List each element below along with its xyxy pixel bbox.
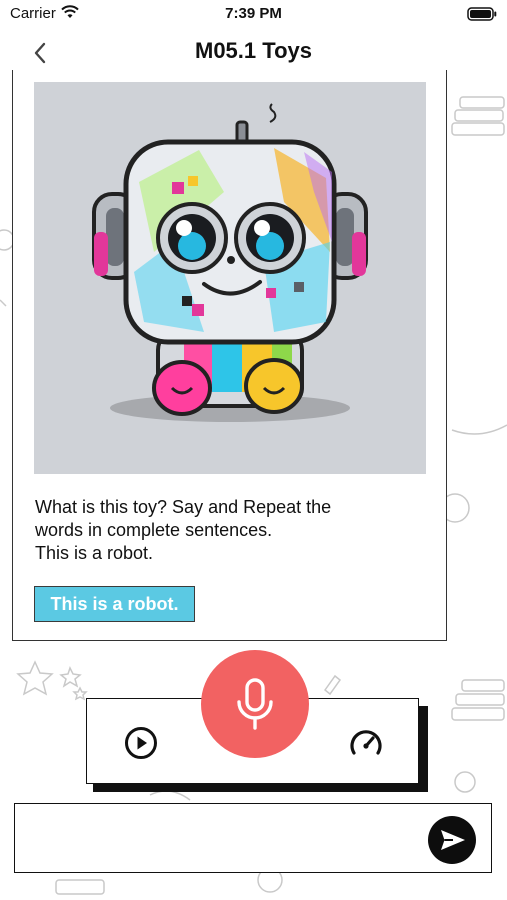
status-time: 7:39 PM — [225, 5, 282, 22]
navigation-bar: M05.1 Toys — [0, 28, 507, 76]
message-input[interactable] — [22, 816, 422, 864]
send-icon — [441, 830, 465, 850]
send-button[interactable] — [428, 816, 476, 864]
speed-button[interactable] — [348, 726, 384, 760]
question-line: What is this toy? Say and Repeat the — [35, 497, 332, 517]
question-line: words in complete sentences. — [35, 520, 273, 540]
page-title: M05.1 Toys — [195, 38, 312, 63]
battery-icon — [467, 7, 497, 26]
lesson-card: What is this toy? Say and Repeat the wor… — [12, 70, 447, 641]
status-bar: Carrier 7:39 PM — [0, 0, 507, 28]
microphone-icon — [237, 678, 273, 730]
answer-chip[interactable]: This is a robot. — [34, 586, 195, 622]
speedometer-icon — [350, 730, 382, 755]
model-answer-line: This is a robot. — [35, 543, 154, 563]
question-text: What is this toy? Say and Repeat the wor… — [35, 496, 430, 565]
microphone-button[interactable] — [201, 650, 309, 758]
robot-image — [34, 82, 426, 474]
play-icon — [125, 727, 157, 759]
play-button[interactable] — [124, 726, 158, 760]
